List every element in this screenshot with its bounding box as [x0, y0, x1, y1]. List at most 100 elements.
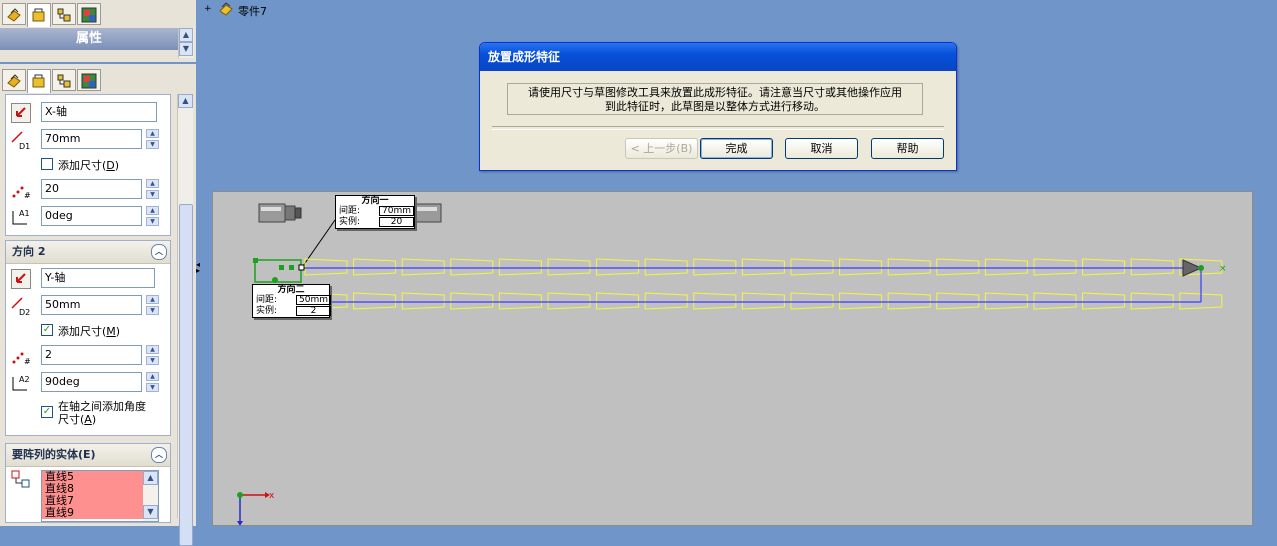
tab-display-manager-2[interactable] — [77, 69, 101, 91]
entities-list[interactable]: 直线5 直线8 直线7 直线9 ▲ ▼ — [41, 470, 159, 522]
direction1-angle-field[interactable]: 0deg — [41, 206, 142, 226]
sketch-handle — [279, 265, 284, 270]
entities-header[interactable]: 要阵列的实体(E) ︿ — [6, 444, 170, 467]
list-item[interactable]: 直线9 — [42, 507, 143, 519]
callout1-spacing-value[interactable]: 70mm — [379, 206, 414, 216]
direction1-add-dim-label: 添加尺寸(D) — [58, 159, 120, 172]
splitter-grip-icon[interactable]: ◂ ▸ — [196, 261, 200, 275]
origin-triad — [237, 492, 270, 526]
direction1-axis-field[interactable]: X-轴 — [41, 102, 157, 122]
callout1-title: 方向一 — [361, 196, 389, 206]
display-manager-icon — [81, 73, 97, 89]
reverse-arrow-icon — [16, 273, 26, 283]
scroll-up-button[interactable]: ▲ — [178, 94, 193, 108]
collapse-icon[interactable]: ︿ — [151, 447, 167, 463]
direction1-spacing-spinner[interactable]: ▲ ▼ — [146, 129, 159, 149]
reverse-direction-button-2[interactable] — [11, 269, 31, 289]
pattern-instance — [353, 258, 397, 276]
tab-property-manager-2[interactable] — [27, 69, 51, 93]
direction2-group: 方向 2 ︿ Y-轴 D2 50mm ▲▼ ✓ 添加尺寸(M) # 2 ▲▼ — [5, 240, 171, 436]
help-button[interactable]: 帮助 — [871, 138, 944, 159]
tab-feature-manager[interactable] — [2, 3, 26, 25]
direction2-add-dim-label: 添加尺寸(M) — [58, 325, 121, 338]
dialog-message-line1: 请使用尺寸与草图修改工具来放置此成形特征。请注意当尺寸或其他操作应用 — [528, 86, 902, 99]
svg-text:#: # — [24, 357, 31, 366]
part-icon — [217, 1, 235, 20]
direction2-add-dim-checkbox[interactable]: ✓ — [41, 324, 53, 336]
callout1-instances-label: 实例: — [339, 217, 361, 227]
reverse-arrow-icon — [16, 107, 26, 117]
tree-expander[interactable]: + — [204, 5, 212, 14]
scroll-up-button[interactable]: ▲ — [143, 471, 158, 485]
direction2-axis-field[interactable]: Y-轴 — [41, 268, 155, 288]
callout-direction1[interactable]: 方向一 间距: 70mm 实例: 20 — [335, 195, 415, 229]
instances-icon: # — [10, 180, 32, 200]
direction1-angle-spinner[interactable]: ▲ ▼ — [146, 206, 159, 226]
pattern-instance — [304, 258, 348, 276]
scroll-thumb[interactable] — [179, 204, 193, 546]
display-manager-icon — [81, 7, 97, 23]
tab-configuration-manager-2[interactable] — [52, 69, 76, 91]
cancel-button[interactable]: 取消 — [785, 138, 858, 159]
sketch-handle — [272, 277, 278, 283]
a1-icon-label: A1 — [19, 209, 30, 218]
direction1-instances-field[interactable]: 20 — [41, 179, 142, 199]
pattern-instance — [984, 292, 1028, 310]
tab-feature-manager-2[interactable] — [2, 69, 26, 91]
direction2-spacing-spinner[interactable]: ▲ ▼ — [146, 295, 159, 315]
reverse-direction-button[interactable] — [11, 103, 31, 123]
tab-display-manager[interactable] — [77, 3, 101, 25]
dialog-title[interactable]: 放置成形特征 — [480, 43, 956, 71]
direction2-angle-spinner[interactable]: ▲ ▼ — [146, 372, 159, 392]
tree-part-label[interactable]: 零件7 — [238, 3, 267, 19]
direction2-angle-dim-checkbox[interactable]: ✓ — [41, 406, 53, 418]
sketch-canvas: × x — [237, 203, 1227, 526]
back-button: < 上一步(B) — [625, 138, 698, 159]
direction1-add-dim-row: 添加尺寸(D) — [6, 153, 172, 175]
direction2-instances-field[interactable]: 2 — [41, 345, 142, 365]
sketch-handle — [289, 265, 294, 270]
direction1-instances-spinner[interactable]: ▲ ▼ — [146, 179, 159, 199]
direction2-add-dim-row: ✓ 添加尺寸(M) — [6, 319, 172, 341]
finish-button[interactable]: 完成 — [700, 138, 773, 159]
panel-splitter[interactable]: ◂ ▸ — [196, 0, 204, 526]
graphics-area[interactable]: × x 方向一 间距: 70mm 实例: 20 方向二 间距: 50mm 实例:… — [212, 191, 1253, 526]
top-scrollbar[interactable]: ▲ ▼ — [178, 28, 194, 58]
collapse-icon[interactable]: ︿ — [151, 244, 167, 260]
panel-scrollbar[interactable]: ▲ — [177, 94, 193, 546]
pattern-instance — [498, 292, 542, 310]
scroll-down-button[interactable]: ▼ — [179, 42, 193, 56]
direction1-axis-row: X-轴 — [6, 101, 172, 123]
pattern-row-2 — [304, 292, 1223, 310]
pattern-instance — [401, 258, 445, 276]
callout2-spacing-value[interactable]: 50mm — [296, 295, 331, 305]
direction1-add-dim-checkbox[interactable] — [41, 158, 53, 170]
direction2-angle-field[interactable]: 90deg — [41, 372, 142, 392]
direction2-spacing-field[interactable]: 50mm — [41, 295, 142, 315]
property-manager-icon — [32, 74, 45, 88]
seed-sketch — [254, 259, 302, 283]
direction1-spacing-field[interactable]: 70mm — [41, 129, 142, 149]
direction2-angle-dim-row: ✓ 在轴之间添加角度 尺寸(A) — [6, 399, 172, 431]
pattern-instance — [887, 258, 931, 276]
callout2-instances-value[interactable]: 2 — [296, 306, 331, 316]
scroll-down-button[interactable]: ▼ — [143, 505, 158, 519]
pattern-instance — [1130, 258, 1174, 276]
manager-tabs-lower — [2, 69, 101, 93]
entities-list-scrollbar[interactable]: ▲ ▼ — [143, 471, 158, 521]
callout2-title: 方向二 — [277, 285, 305, 295]
direction1-spacing-row: D1 70mm ▲ ▼ — [6, 128, 172, 151]
instances-icon: # — [10, 346, 32, 366]
pattern-instance — [353, 292, 397, 310]
tab-configuration-manager[interactable] — [52, 3, 76, 25]
pattern-instance — [1130, 292, 1174, 310]
callout2-instances-row: 实例: 2 — [253, 306, 331, 317]
callout1-spacing-row: 间距: 70mm — [336, 206, 414, 217]
callout1-instances-value[interactable]: 20 — [379, 217, 414, 227]
direction2-header[interactable]: 方向 2 ︿ — [6, 241, 170, 264]
scroll-up-button[interactable]: ▲ — [179, 28, 193, 42]
direction2-instances-spinner[interactable]: ▲ ▼ — [146, 345, 159, 365]
dialog-message: 请使用尺寸与草图修改工具来放置此成形特征。请注意当尺寸或其他操作应用 到此特征时… — [507, 83, 923, 115]
tab-property-manager[interactable] — [27, 3, 51, 27]
callout-direction2[interactable]: 方向二 间距: 50mm 实例: 2 — [252, 284, 331, 318]
